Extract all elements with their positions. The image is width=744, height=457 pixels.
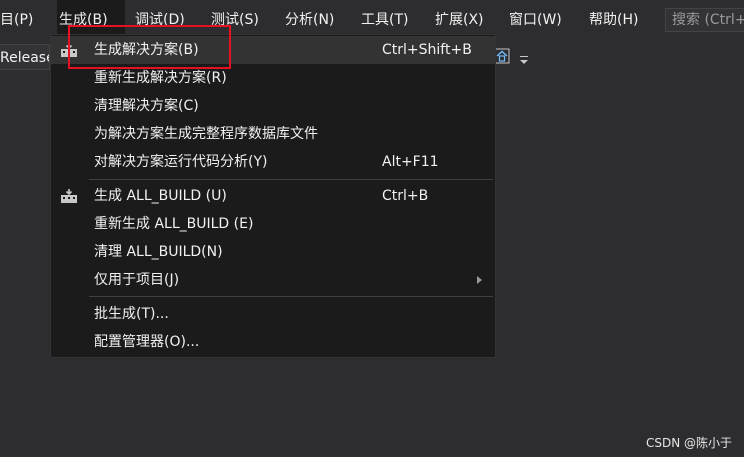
menu-item-label: 清理 ALL_BUILD(N): [94, 244, 223, 260]
submenu-arrow-icon: [477, 276, 482, 284]
toolbar-overflow-icon[interactable]: [519, 52, 529, 66]
menu-item-shortcut: Ctrl+Shift+B: [382, 42, 472, 58]
menu-item-clean-all-build[interactable]: 清理 ALL_BUILD(N): [51, 238, 495, 266]
menu-item-label: 对解决方案运行代码分析(Y): [94, 154, 268, 170]
watermark: CSDN @陈小于: [646, 436, 733, 450]
build-icon: [61, 189, 77, 203]
highlight-annotation: [68, 25, 231, 69]
menu-project[interactable]: 目(P): [0, 0, 35, 40]
menu-separator: [89, 179, 493, 180]
menu-item-label: 重新生成 ALL_BUILD (E): [94, 216, 254, 232]
menu-item-clean-solution[interactable]: 清理解决方案(C): [51, 92, 495, 120]
menu-item-run-code-analysis[interactable]: 对解决方案运行代码分析(Y) Alt+F11: [51, 148, 495, 176]
menu-item-rebuild-all-build[interactable]: 重新生成 ALL_BUILD (E): [51, 210, 495, 238]
menu-item-shortcut: Alt+F11: [382, 154, 439, 170]
menu-item-configuration-manager[interactable]: 配置管理器(O)...: [51, 328, 495, 356]
menu-separator: [89, 296, 493, 297]
menu-help[interactable]: 帮助(H): [587, 0, 640, 40]
menu-item-batch-build[interactable]: 批生成(T)...: [51, 300, 495, 328]
menu-item-label: 配置管理器(O)...: [94, 334, 200, 350]
search-input[interactable]: 搜索 (Ctrl+Q): [665, 8, 744, 32]
menu-item-label: 生成 ALL_BUILD (U): [94, 188, 227, 204]
build-menu-dropdown: 生成解决方案(B) Ctrl+Shift+B 重新生成解决方案(R) 清理解决方…: [50, 34, 496, 358]
menu-item-project-only[interactable]: 仅用于项目(J): [51, 266, 495, 294]
menu-item-shortcut: Ctrl+B: [382, 188, 429, 204]
menu-window[interactable]: 窗口(W): [507, 0, 564, 40]
menu-item-label: 为解决方案生成完整程序数据库文件: [94, 126, 318, 142]
configuration-combo[interactable]: Release: [0, 44, 50, 70]
menu-item-label: 清理解决方案(C): [94, 98, 199, 114]
menu-item-label: 仅用于项目(J): [94, 272, 180, 288]
menu-item-build-full-pdb[interactable]: 为解决方案生成完整程序数据库文件: [51, 120, 495, 148]
home-icon[interactable]: [494, 48, 510, 64]
menu-item-build-all-build[interactable]: 生成 ALL_BUILD (U) Ctrl+B: [51, 182, 495, 210]
menu-item-label: 批生成(T)...: [94, 306, 169, 322]
